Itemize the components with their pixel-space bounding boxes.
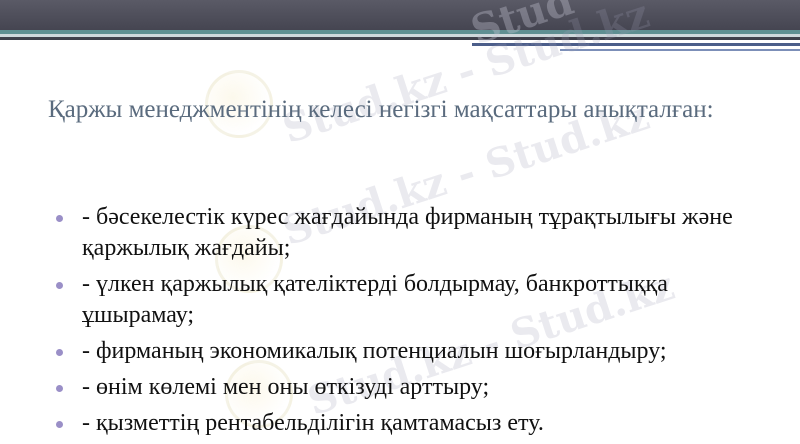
bullet-item: - фирманың экономикалық потенциалын шоғы… bbox=[56, 336, 776, 367]
bullet-dot-icon bbox=[56, 421, 63, 428]
slide-title: Қаржы менеджментінің келесі негізгі мақс… bbox=[48, 96, 714, 123]
bullet-dot-icon bbox=[56, 282, 63, 289]
bullet-dot-icon bbox=[56, 349, 63, 356]
bullet-item: - қызметтің рентабельділігін қамтамасыз … bbox=[56, 408, 776, 439]
bullet-item: - бәсекелестік күрес жағдайында фирманың… bbox=[56, 202, 776, 264]
bullet-item: - өнім көлемі мен оны өткізуді арттыру; bbox=[56, 372, 776, 403]
header-light-stripe bbox=[0, 34, 800, 37]
bullet-text: - бәсекелестік күрес жағдайында фирманың… bbox=[82, 204, 733, 261]
bullet-text: - өнім көлемі мен оны өткізуді арттыру; bbox=[82, 374, 490, 400]
accent-line-secondary bbox=[560, 49, 800, 51]
bullet-dot-icon bbox=[56, 385, 63, 392]
bullet-text: - фирманың экономикалық потенциалын шоғы… bbox=[82, 338, 667, 364]
bullet-text: - үлкен қаржылық қателіктерді болдырмау,… bbox=[82, 271, 668, 328]
bullet-item: - үлкен қаржылық қателіктерді болдырмау,… bbox=[56, 269, 776, 331]
bullet-dot-icon bbox=[56, 215, 63, 222]
bullet-list: - бәсекелестік күрес жағдайында фирманың… bbox=[56, 202, 776, 444]
accent-line bbox=[472, 43, 800, 46]
bullet-text: - қызметтің рентабельділігін қамтамасыз … bbox=[82, 410, 544, 436]
